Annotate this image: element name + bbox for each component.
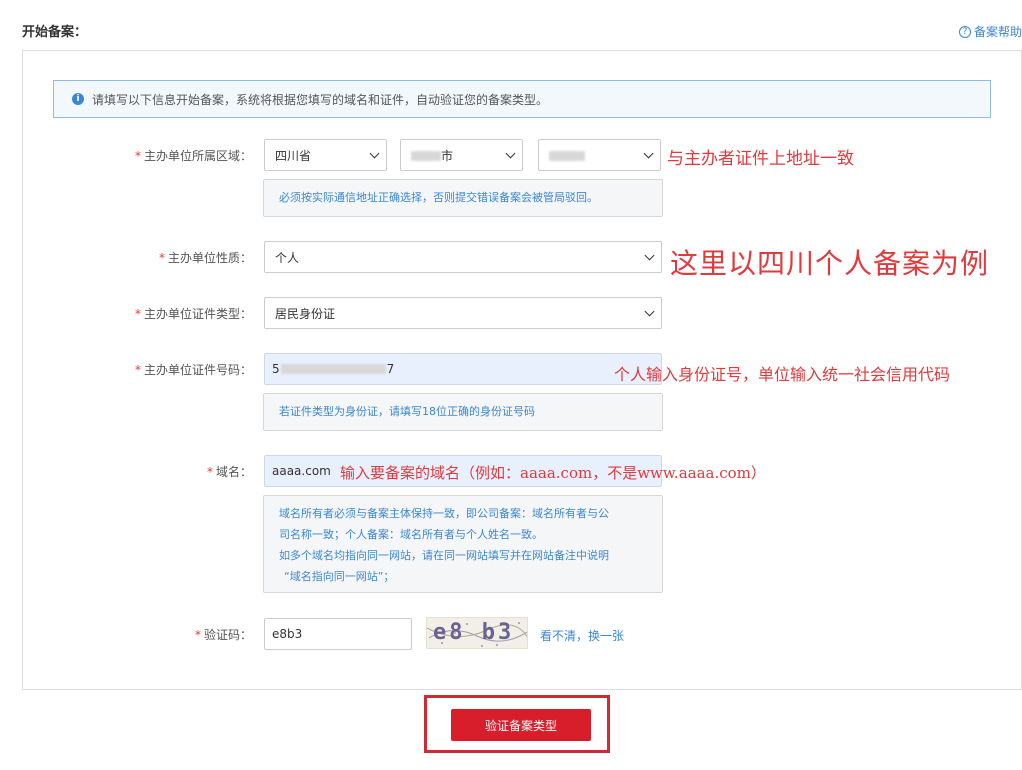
- required-mark: *: [158, 251, 165, 265]
- annotation-id-number: 个人输入身份证号，单位输入统一社会信用代码: [614, 365, 951, 384]
- notice-text: 请填写以下信息开始备案，系统将根据您填写的域名和证件，自动验证您的备案类型。: [92, 92, 549, 107]
- id-number-prefix: 5: [272, 362, 280, 376]
- domain-hint-line: 域名所有者必须与备案主体保持一致，即公司备案：域名所有者与公: [279, 507, 609, 520]
- help-link[interactable]: ? 备案帮助: [958, 23, 1022, 40]
- county-select[interactable]: [538, 139, 661, 171]
- required-mark: *: [206, 465, 213, 479]
- id-type-label: * 主办单位证件类型：: [135, 305, 252, 322]
- id-number-hint: 若证件类型为身份证，请填写18位正确的身份证号码: [263, 393, 663, 431]
- id-number-label-text: 主办单位证件号码：: [143, 363, 252, 377]
- domain-label: * 域名：: [207, 463, 252, 480]
- question-circle-icon: ?: [958, 25, 971, 38]
- chevron-down-icon: [643, 148, 654, 158]
- page-title: 开始备案：: [22, 25, 88, 40]
- required-mark: *: [134, 149, 141, 163]
- annotation-domain: 输入要备案的域名（例如：aaaa.com，不是www.aaaa.com）: [340, 464, 766, 482]
- annotation-nature: 这里以四川个人备案为例: [670, 247, 990, 280]
- domain-value: aaaa.com: [272, 464, 331, 478]
- city-suffix: 市: [441, 148, 454, 163]
- region-label: * 主办单位所属区域：: [135, 147, 252, 164]
- id-type-value: 居民身份证: [275, 306, 336, 321]
- nature-label-text: 主办单位性质：: [167, 251, 252, 265]
- region-label-text: 主办单位所属区域：: [143, 149, 252, 163]
- province-select[interactable]: 四川省: [264, 139, 387, 171]
- captcha-image-text: e8 b3: [433, 620, 515, 645]
- id-number-suffix: 7: [386, 362, 395, 376]
- verify-filing-type-button[interactable]: 验证备案类型: [451, 709, 591, 741]
- required-mark: *: [134, 307, 141, 321]
- captcha-label-text: 验证码：: [203, 628, 252, 642]
- annotation-region: 与主办者证件上地址一致: [667, 149, 854, 169]
- city-value: 市: [411, 147, 453, 164]
- domain-label-text: 域名：: [215, 465, 252, 479]
- info-icon: i: [72, 93, 84, 105]
- domain-hint: 域名所有者必须与备案主体保持一致，即公司备案：域名所有者与公 司名称一致；个人备…: [263, 495, 663, 593]
- region-hint: 必须按实际通信地址正确选择，否则提交错误备案会被管局驳回。: [263, 179, 663, 217]
- id-type-select[interactable]: 居民身份证: [264, 297, 662, 329]
- nature-select[interactable]: 个人: [264, 241, 662, 273]
- nature-label: * 主办单位性质：: [159, 249, 252, 266]
- captcha-value: e8b3: [272, 627, 303, 641]
- captcha-input[interactable]: e8b3: [264, 618, 412, 650]
- notice-banner: i 请填写以下信息开始备案，系统将根据您填写的域名和证件，自动验证您的备案类型。: [53, 80, 991, 118]
- domain-hint-line: 司名称一致；个人备案：域名所有者与个人姓名一致。: [279, 528, 543, 541]
- captcha-image[interactable]: e8 b3: [426, 617, 528, 649]
- domain-hint-line: 如多个域名均指向同一网站，请在同一网站填写并在网站备注中说明: [279, 549, 609, 562]
- id-type-label-text: 主办单位证件类型：: [143, 307, 252, 321]
- required-mark: *: [194, 628, 201, 642]
- captcha-refresh-link[interactable]: 看不清，换一张: [540, 627, 624, 644]
- chevron-down-icon: [644, 250, 655, 260]
- captcha-label: * 验证码：: [195, 626, 252, 643]
- county-value: [549, 148, 585, 162]
- help-link-label: 备案帮助: [973, 25, 1022, 39]
- chevron-down-icon: [644, 306, 655, 316]
- city-select[interactable]: 市: [400, 139, 523, 171]
- id-number-label: * 主办单位证件号码：: [135, 361, 252, 378]
- province-value: 四川省: [275, 148, 312, 163]
- chevron-down-icon: [369, 148, 380, 158]
- chevron-down-icon: [505, 148, 516, 158]
- nature-value: 个人: [275, 250, 300, 265]
- required-mark: *: [134, 363, 141, 377]
- id-number-input[interactable]: 5 7: [264, 353, 662, 385]
- domain-hint-line: “域名指向同一网站”；: [284, 570, 395, 583]
